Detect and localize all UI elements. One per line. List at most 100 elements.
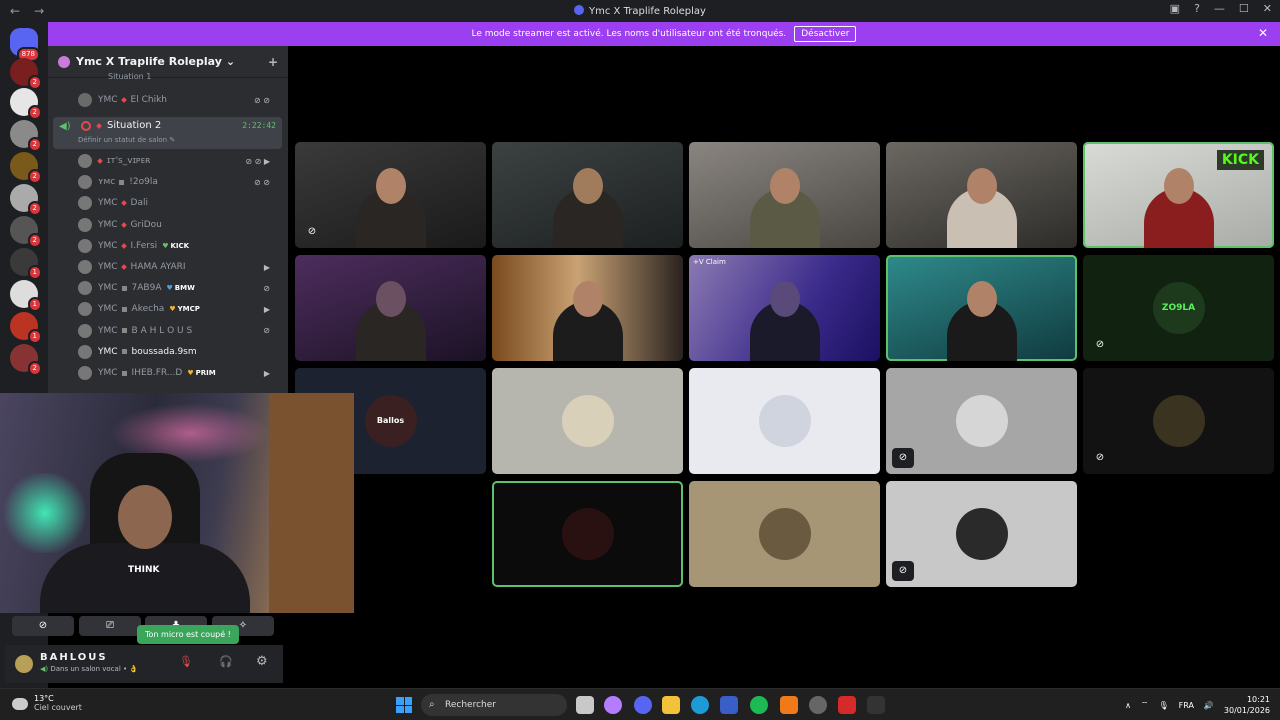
server-icon[interactable]: 2 bbox=[10, 58, 42, 90]
copilot-icon[interactable] bbox=[604, 696, 622, 714]
voice-user[interactable]: ɪᴛ'ꜱ_ᴠɪᴘᴇʀ ⊘ ⊘ ▶ bbox=[78, 151, 278, 171]
mic-muted-toast: Ton micro est coupé ! bbox=[137, 625, 239, 644]
server-icon[interactable]: 1 bbox=[10, 280, 42, 312]
forward-arrow-icon[interactable]: → bbox=[34, 4, 44, 18]
server-icon[interactable]: 2 bbox=[10, 88, 42, 120]
clock[interactable]: 10:21 30/01/2026 bbox=[1224, 694, 1270, 716]
server-icon[interactable]: 2 bbox=[10, 184, 42, 216]
participant-video bbox=[375, 168, 406, 204]
disable-streamer-button[interactable]: Désactiver bbox=[794, 26, 857, 42]
inbox-icon[interactable]: ▣ bbox=[1170, 2, 1180, 15]
file-explorer-icon[interactable] bbox=[662, 696, 680, 714]
video-tile[interactable] bbox=[689, 142, 880, 248]
home-button[interactable]: 878 bbox=[10, 28, 40, 62]
banner-close-icon[interactable]: ✕ bbox=[1258, 26, 1268, 40]
voice-user[interactable]: YMC Akecha ♥ YMCP ▶ bbox=[78, 299, 278, 319]
video-tile[interactable] bbox=[886, 142, 1077, 248]
app-icon[interactable] bbox=[838, 696, 856, 714]
voice-user[interactable]: YMC I.Fersi ♥ KICK bbox=[78, 236, 278, 256]
voice-connected-icon: ◀) bbox=[40, 665, 51, 673]
server-header[interactable]: Ymc X Traplife Roleplay ⌄ + bbox=[48, 46, 288, 78]
back-arrow-icon[interactable]: ← bbox=[10, 4, 20, 18]
avatar-tile[interactable] bbox=[492, 368, 683, 474]
voice-user[interactable]: YMC IHEB.FR...D ♥ PRIM ▶ bbox=[78, 363, 278, 383]
maximize-button[interactable]: ☐ bbox=[1239, 2, 1249, 15]
window-title-text: Ymc X Traplife Roleplay bbox=[589, 6, 706, 17]
avatar-tile[interactable]: ZO9LA ⊘ bbox=[1083, 255, 1274, 361]
video-tile[interactable]: ⊘ bbox=[295, 142, 486, 248]
role-marker-icon bbox=[121, 349, 127, 355]
windows-taskbar: 13°C Ciel couvert ⌕ Rechercher ∧ ⌔ 🎙 FRA … bbox=[0, 688, 1280, 720]
set-channel-status[interactable]: Définir un statut de salon ✎ bbox=[78, 136, 175, 144]
server-icon[interactable]: 2 bbox=[10, 152, 42, 184]
microphone-icon[interactable]: 🎙 bbox=[1158, 701, 1168, 710]
video-tile[interactable] bbox=[492, 142, 683, 248]
search-placeholder: Rechercher bbox=[445, 700, 496, 710]
video-tile[interactable]: +V Claim bbox=[689, 255, 880, 361]
headset-icon[interactable]: 🎧 bbox=[219, 655, 233, 668]
role-marker-icon bbox=[120, 97, 127, 103]
video-tile[interactable] bbox=[492, 255, 683, 361]
server-icon[interactable]: 1 bbox=[10, 248, 42, 280]
edge-icon[interactable] bbox=[691, 696, 709, 714]
taskbar-search[interactable]: ⌕ Rechercher bbox=[421, 694, 567, 716]
avatar-tile[interactable]: ⊘ bbox=[886, 481, 1077, 587]
app-icon[interactable] bbox=[867, 696, 885, 714]
voice-channel-situation-2[interactable]: ◀) Situation 2 2:22:42 Définir un statut… bbox=[53, 117, 282, 149]
settings-gear-icon[interactable]: ⚙ bbox=[256, 654, 268, 669]
role-marker-icon bbox=[120, 200, 127, 207]
user-badge: ♥ KICK bbox=[162, 242, 189, 250]
mic-muted-icon[interactable]: 🎙 bbox=[179, 655, 193, 668]
close-window-button[interactable]: ✕ bbox=[1263, 2, 1272, 15]
kick-logo: KICK bbox=[1216, 150, 1264, 170]
avatar-tile[interactable] bbox=[689, 481, 880, 587]
server-icon[interactable]: 2 bbox=[10, 344, 42, 376]
muted-icon: ⊘ bbox=[1095, 452, 1105, 463]
camera-off-button[interactable]: ⊘ bbox=[12, 616, 74, 636]
spotify-icon[interactable] bbox=[750, 696, 768, 714]
avatar-tile[interactable]: ⊘ bbox=[886, 368, 1077, 474]
user-status-icons: ▶ bbox=[263, 368, 270, 378]
voice-user[interactable]: ʏᴍᴄ !2o9la ⊘ ⊘ bbox=[78, 172, 278, 192]
network-icon[interactable]: ⌔ bbox=[1141, 700, 1149, 710]
user-status-icons: ⊘ bbox=[263, 326, 270, 336]
voice-channel-prev[interactable]: Situation 1 bbox=[108, 72, 151, 81]
volume-icon[interactable]: 🔊 bbox=[1204, 701, 1214, 710]
server-icon[interactable]: 1 bbox=[10, 312, 42, 344]
notification-badge: 1 bbox=[27, 265, 42, 280]
current-username[interactable]: BAHLOUS bbox=[40, 652, 108, 663]
server-icon[interactable]: 2 bbox=[10, 120, 42, 152]
video-tile[interactable] bbox=[295, 255, 486, 361]
voice-user[interactable]: YMC GriDou bbox=[78, 215, 278, 235]
help-icon[interactable]: ? bbox=[1194, 2, 1200, 15]
video-tile-speaking[interactable]: KICK bbox=[1083, 142, 1274, 248]
voice-user[interactable]: YMC Dali bbox=[78, 193, 278, 213]
window-title: Ymc X Traplife Roleplay bbox=[0, 5, 1280, 17]
app-icon[interactable] bbox=[780, 696, 798, 714]
avatar bbox=[561, 395, 614, 447]
add-people-icon[interactable]: + bbox=[268, 55, 278, 69]
discord-app-icon[interactable] bbox=[634, 696, 652, 714]
screenshare-button[interactable]: ⎚ bbox=[79, 616, 141, 636]
avatar-tile[interactable]: ⊘ bbox=[1083, 368, 1274, 474]
weather-widget[interactable]: 13°C Ciel couvert bbox=[12, 694, 82, 712]
username: IHEB.FR...D bbox=[131, 368, 183, 378]
voice-user[interactable]: YMC B A H L O U S ⊘ bbox=[78, 321, 278, 341]
banner-text: Le mode streamer est activé. Les noms d'… bbox=[471, 29, 787, 39]
voice-user[interactable]: YMC HAMA AYARI ▶ bbox=[78, 257, 278, 277]
avatar-tile[interactable] bbox=[689, 368, 880, 474]
video-tile-speaking[interactable] bbox=[886, 255, 1077, 361]
voice-user[interactable]: YMC El Chikh ⊘ ⊘ bbox=[78, 90, 278, 110]
minimize-button[interactable]: — bbox=[1214, 2, 1225, 15]
voice-user[interactable]: YMC boussada.9sm bbox=[78, 342, 278, 362]
store-icon[interactable] bbox=[720, 696, 738, 714]
show-hidden-icons[interactable]: ∧ bbox=[1125, 701, 1131, 710]
task-view-icon[interactable] bbox=[576, 696, 594, 714]
voice-user[interactable]: YMC 7AB9A ♥ BMW ⊘ bbox=[78, 278, 278, 298]
server-icon[interactable]: 2 bbox=[10, 216, 42, 248]
obs-icon[interactable] bbox=[809, 696, 827, 714]
language-indicator[interactable]: FRA bbox=[1179, 701, 1194, 710]
start-button[interactable] bbox=[396, 697, 412, 713]
avatar[interactable] bbox=[15, 655, 33, 673]
avatar-tile-speaking[interactable] bbox=[492, 481, 683, 587]
